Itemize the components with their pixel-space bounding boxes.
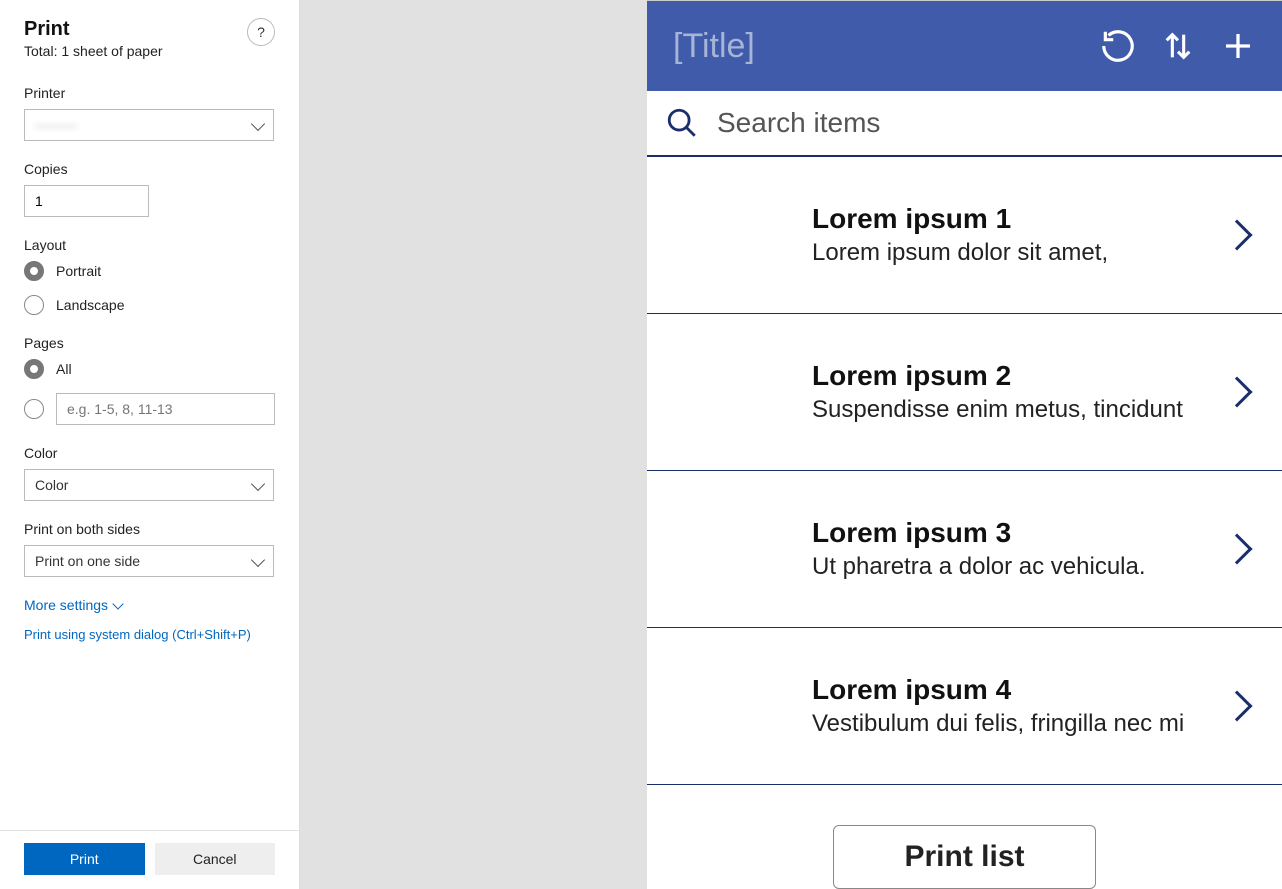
chevron-right-icon bbox=[1221, 690, 1252, 721]
list-item-text: Lorem ipsum 3 Ut pharetra a dolor ac veh… bbox=[812, 517, 1226, 581]
sides-value: Print on one side bbox=[35, 553, 140, 569]
list-item-text: Lorem ipsum 4 Vestibulum dui felis, frin… bbox=[812, 674, 1226, 738]
print-footer: Print Cancel bbox=[0, 830, 299, 889]
color-value: Color bbox=[35, 477, 68, 493]
list-item-text: Lorem ipsum 1 Lorem ipsum dolor sit amet… bbox=[812, 203, 1226, 267]
chevron-down-icon bbox=[251, 116, 265, 130]
chevron-right-icon bbox=[1221, 219, 1252, 250]
list-item-subtitle: Suspendisse enim metus, tincidunt bbox=[812, 396, 1226, 424]
list-item[interactable]: Lorem ipsum 2 Suspendisse enim metus, ti… bbox=[647, 314, 1282, 471]
print-subtitle: Total: 1 sheet of paper bbox=[24, 43, 275, 59]
search-placeholder: Search items bbox=[717, 107, 880, 139]
printer-value: ——— bbox=[35, 117, 77, 133]
list-item-title: Lorem ipsum 1 bbox=[812, 203, 1226, 235]
sort-icon bbox=[1161, 27, 1195, 65]
chevron-down-icon bbox=[112, 598, 123, 609]
list-item-subtitle: Vestibulum dui felis, fringilla nec mi bbox=[812, 710, 1226, 738]
layout-landscape-label: Landscape bbox=[56, 297, 125, 313]
layout-label: Layout bbox=[24, 237, 275, 253]
sort-button[interactable] bbox=[1158, 26, 1198, 66]
search-icon bbox=[665, 106, 699, 140]
add-button[interactable] bbox=[1218, 26, 1258, 66]
color-label: Color bbox=[24, 445, 275, 461]
print-button[interactable]: Print bbox=[24, 843, 145, 875]
list-item[interactable]: Lorem ipsum 4 Vestibulum dui felis, frin… bbox=[647, 628, 1282, 785]
search-row[interactable]: Search items bbox=[647, 91, 1282, 157]
chevron-down-icon bbox=[251, 476, 265, 490]
print-panel: Print Total: 1 sheet of paper ? Printer … bbox=[0, 0, 300, 889]
app-header: [Title] bbox=[647, 1, 1282, 91]
layout-portrait-label: Portrait bbox=[56, 263, 101, 279]
list-item-title: Lorem ipsum 3 bbox=[812, 517, 1226, 549]
print-list-button[interactable]: Print list bbox=[833, 825, 1095, 889]
list-item[interactable]: Lorem ipsum 3 Ut pharetra a dolor ac veh… bbox=[647, 471, 1282, 628]
more-settings-link[interactable]: More settings bbox=[24, 597, 275, 613]
print-list-wrap: Print list bbox=[647, 785, 1282, 889]
cancel-button[interactable]: Cancel bbox=[155, 843, 276, 875]
help-button[interactable]: ? bbox=[247, 18, 275, 46]
refresh-button[interactable] bbox=[1098, 26, 1138, 66]
list-item-title: Lorem ipsum 4 bbox=[812, 674, 1226, 706]
copies-input[interactable] bbox=[24, 185, 149, 217]
plus-icon bbox=[1220, 28, 1256, 64]
app-title: [Title] bbox=[673, 27, 1078, 66]
pages-label: Pages bbox=[24, 335, 275, 351]
color-select[interactable]: Color bbox=[24, 469, 274, 501]
layout-portrait-row[interactable]: Portrait bbox=[24, 261, 275, 281]
more-settings-label: More settings bbox=[24, 597, 108, 613]
chevron-right-icon bbox=[1221, 533, 1252, 564]
item-list: Lorem ipsum 1 Lorem ipsum dolor sit amet… bbox=[647, 157, 1282, 889]
radio-icon bbox=[24, 295, 44, 315]
list-item-subtitle: Ut pharetra a dolor ac vehicula. bbox=[812, 553, 1226, 581]
sides-label: Print on both sides bbox=[24, 521, 275, 537]
printer-select[interactable]: ——— bbox=[24, 109, 274, 141]
app-preview: [Title] Search items bbox=[647, 0, 1282, 889]
help-icon: ? bbox=[257, 24, 265, 40]
radio-icon bbox=[24, 399, 44, 419]
print-preview-background bbox=[300, 0, 647, 889]
layout-landscape-row[interactable]: Landscape bbox=[24, 295, 275, 315]
printer-label: Printer bbox=[24, 85, 275, 101]
print-header: Print Total: 1 sheet of paper ? bbox=[24, 18, 275, 59]
list-item-title: Lorem ipsum 2 bbox=[812, 360, 1226, 392]
list-item[interactable]: Lorem ipsum 1 Lorem ipsum dolor sit amet… bbox=[647, 157, 1282, 314]
refresh-icon bbox=[1099, 27, 1137, 65]
radio-icon bbox=[24, 359, 44, 379]
list-item-subtitle: Lorem ipsum dolor sit amet, bbox=[812, 239, 1226, 267]
chevron-down-icon bbox=[251, 552, 265, 566]
radio-icon bbox=[24, 261, 44, 281]
copies-label: Copies bbox=[24, 161, 275, 177]
pages-all-row[interactable]: All bbox=[24, 359, 275, 379]
pages-range-input[interactable] bbox=[56, 393, 275, 425]
list-item-text: Lorem ipsum 2 Suspendisse enim metus, ti… bbox=[812, 360, 1226, 424]
pages-all-label: All bbox=[56, 361, 72, 377]
print-panel-body: Print Total: 1 sheet of paper ? Printer … bbox=[0, 0, 299, 830]
print-title: Print bbox=[24, 18, 275, 41]
pages-custom-row[interactable] bbox=[24, 393, 275, 425]
system-dialog-link[interactable]: Print using system dialog (Ctrl+Shift+P) bbox=[24, 627, 251, 642]
sides-select[interactable]: Print on one side bbox=[24, 545, 274, 577]
chevron-right-icon bbox=[1221, 376, 1252, 407]
